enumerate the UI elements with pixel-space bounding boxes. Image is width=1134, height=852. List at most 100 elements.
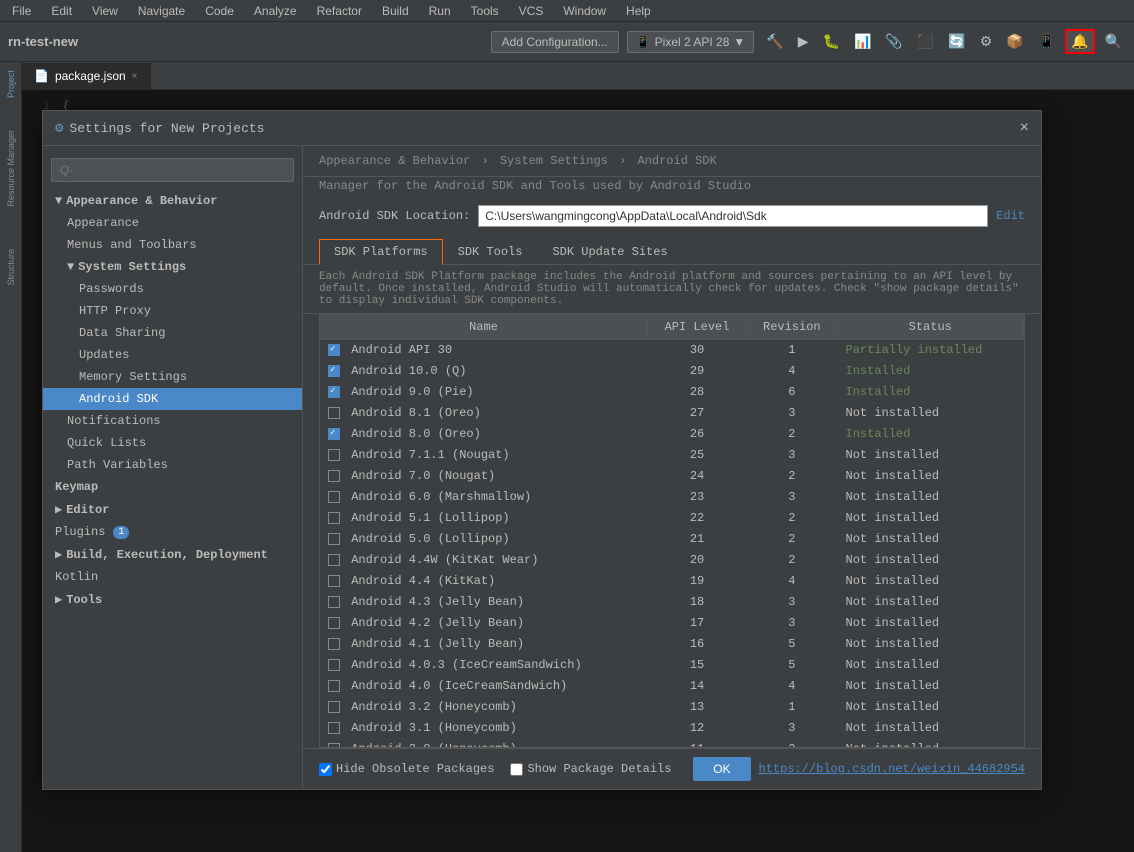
- table-row[interactable]: Android 10.0 (Q) 29 4 Installed: [320, 361, 1024, 382]
- status-link[interactable]: https://blog.csdn.net/weixin_44682954: [759, 762, 1025, 776]
- search-icon[interactable]: 🔍: [1101, 31, 1126, 52]
- menu-refactor[interactable]: Refactor: [313, 2, 366, 20]
- table-row[interactable]: Android 5.0 (Lollipop) 21 2 Not installe…: [320, 529, 1024, 550]
- table-row[interactable]: Android 3.2 (Honeycomb) 13 1 Not install…: [320, 697, 1024, 718]
- sidebar-item-keymap[interactable]: Keymap: [43, 476, 302, 498]
- sidebar-item-appearance[interactable]: Appearance: [43, 212, 302, 234]
- sidebar-item-system-settings[interactable]: ▼ System Settings: [43, 256, 302, 278]
- sidebar-item-memory-settings[interactable]: Memory Settings: [43, 366, 302, 388]
- settings-icon[interactable]: ⚙: [976, 31, 997, 52]
- table-row[interactable]: Android API 30 30 1 Partially installed: [320, 340, 1024, 361]
- sdk-checkbox[interactable]: [328, 638, 340, 650]
- table-row[interactable]: Android 4.0 (IceCreamSandwich) 14 4 Not …: [320, 676, 1024, 697]
- show-details-checkbox[interactable]: [510, 763, 523, 776]
- sidebar-item-menus-toolbars[interactable]: Menus and Toolbars: [43, 234, 302, 256]
- sdk-checkbox[interactable]: [328, 533, 340, 545]
- sdk-checkbox[interactable]: [328, 722, 340, 734]
- debug-icon[interactable]: 🐛: [819, 31, 844, 52]
- table-row[interactable]: Android 4.3 (Jelly Bean) 18 3 Not instal…: [320, 592, 1024, 613]
- sdk-checkbox[interactable]: [328, 659, 340, 671]
- sdk-checkbox[interactable]: [328, 512, 340, 524]
- menu-code[interactable]: Code: [201, 2, 238, 20]
- resource-manager-icon[interactable]: Resource Manager: [4, 126, 18, 211]
- sidebar-item-http-proxy[interactable]: HTTP Proxy: [43, 300, 302, 322]
- add-configuration-button[interactable]: Add Configuration...: [491, 31, 619, 53]
- sidebar-item-notifications[interactable]: Notifications: [43, 410, 302, 432]
- edit-link[interactable]: Edit: [996, 209, 1025, 223]
- tab-close-button[interactable]: ×: [132, 71, 138, 82]
- sdk-checkbox[interactable]: [328, 491, 340, 503]
- ok-button[interactable]: OK: [693, 757, 750, 781]
- sync-icon[interactable]: 🔄: [944, 31, 969, 52]
- sidebar-item-path-variables[interactable]: Path Variables: [43, 454, 302, 476]
- table-row[interactable]: Android 4.2 (Jelly Bean) 17 3 Not instal…: [320, 613, 1024, 634]
- table-row[interactable]: Android 3.0 (Honeycomb) 11 2 Not install…: [320, 739, 1024, 749]
- sdk-checkbox[interactable]: [328, 365, 340, 377]
- sdk-checkbox[interactable]: [328, 428, 340, 440]
- table-row[interactable]: Android 4.1 (Jelly Bean) 16 5 Not instal…: [320, 634, 1024, 655]
- sdk-manager-icon[interactable]: 📦: [1002, 31, 1027, 52]
- structure-panel-icon[interactable]: Structure: [4, 245, 18, 290]
- table-row[interactable]: Android 8.1 (Oreo) 27 3 Not installed: [320, 403, 1024, 424]
- sdk-checkbox[interactable]: [328, 596, 340, 608]
- table-row[interactable]: Android 6.0 (Marshmallow) 23 3 Not insta…: [320, 487, 1024, 508]
- sidebar-item-appearance-behavior[interactable]: ▼ Appearance & Behavior: [43, 190, 302, 212]
- sidebar-item-quick-lists[interactable]: Quick Lists: [43, 432, 302, 454]
- notification-icon[interactable]: 🔔: [1065, 29, 1094, 54]
- menu-view[interactable]: View: [88, 2, 122, 20]
- sidebar-item-plugins[interactable]: Plugins 1: [43, 521, 302, 543]
- show-details-checkbox-label[interactable]: Show Package Details: [510, 762, 671, 776]
- tab-sdk-tools[interactable]: SDK Tools: [443, 239, 538, 264]
- table-row[interactable]: Android 5.1 (Lollipop) 22 2 Not installe…: [320, 508, 1024, 529]
- avd-icon[interactable]: 📱: [1034, 31, 1059, 52]
- menu-help[interactable]: Help: [622, 2, 655, 20]
- run-icon[interactable]: ▶: [794, 31, 813, 52]
- menu-edit[interactable]: Edit: [47, 2, 76, 20]
- table-row[interactable]: Android 4.4W (KitKat Wear) 20 2 Not inst…: [320, 550, 1024, 571]
- menu-analyze[interactable]: Analyze: [250, 2, 301, 20]
- sidebar-item-kotlin[interactable]: Kotlin: [43, 566, 302, 588]
- package-json-tab[interactable]: 📄 package.json ×: [22, 63, 151, 89]
- sidebar-item-updates[interactable]: Updates: [43, 344, 302, 366]
- menu-navigate[interactable]: Navigate: [134, 2, 189, 20]
- sdk-checkbox[interactable]: [328, 575, 340, 587]
- table-row[interactable]: Android 9.0 (Pie) 28 6 Installed: [320, 382, 1024, 403]
- table-row[interactable]: Android 4.0.3 (IceCreamSandwich) 15 5 No…: [320, 655, 1024, 676]
- tab-sdk-update-sites[interactable]: SDK Update Sites: [537, 239, 682, 264]
- sidebar-item-data-sharing[interactable]: Data Sharing: [43, 322, 302, 344]
- menu-tools[interactable]: Tools: [467, 2, 503, 20]
- sdk-checkbox[interactable]: [328, 617, 340, 629]
- project-panel-icon[interactable]: Project: [4, 66, 18, 102]
- sidebar-item-android-sdk[interactable]: Android SDK: [43, 388, 302, 410]
- menu-vcs[interactable]: VCS: [515, 2, 548, 20]
- menu-run[interactable]: Run: [425, 2, 455, 20]
- sdk-checkbox[interactable]: [328, 701, 340, 713]
- table-row[interactable]: Android 3.1 (Honeycomb) 12 3 Not install…: [320, 718, 1024, 739]
- settings-search-input[interactable]: [51, 158, 294, 182]
- table-row[interactable]: Android 4.4 (KitKat) 19 4 Not installed: [320, 571, 1024, 592]
- menu-items[interactable]: File Edit View Navigate Code Analyze Ref…: [8, 2, 655, 20]
- stop-icon[interactable]: ⬛: [913, 31, 938, 52]
- sidebar-item-tools[interactable]: ▶ Tools: [43, 588, 302, 611]
- sidebar-item-editor[interactable]: ▶ Editor: [43, 498, 302, 521]
- sdk-location-input[interactable]: [478, 205, 988, 227]
- device-selector[interactable]: 📱 Pixel 2 API 28 ▼: [627, 31, 755, 53]
- build-icon[interactable]: 🔨: [762, 31, 787, 52]
- sdk-checkbox[interactable]: [328, 554, 340, 566]
- menu-build[interactable]: Build: [378, 2, 413, 20]
- sdk-table-wrapper[interactable]: Name API Level Revision Status Andr: [319, 314, 1025, 748]
- modal-close-button[interactable]: ×: [1020, 119, 1029, 137]
- hide-obsolete-checkbox[interactable]: [319, 763, 332, 776]
- sdk-checkbox[interactable]: [328, 449, 340, 461]
- profile-icon[interactable]: 📊: [850, 31, 875, 52]
- sdk-checkbox[interactable]: [328, 344, 340, 356]
- sdk-checkbox[interactable]: [328, 386, 340, 398]
- table-row[interactable]: Android 7.1.1 (Nougat) 25 3 Not installe…: [320, 445, 1024, 466]
- attach-icon[interactable]: 📎: [881, 31, 906, 52]
- sidebar-item-build-exec[interactable]: ▶ Build, Execution, Deployment: [43, 543, 302, 566]
- hide-obsolete-checkbox-label[interactable]: Hide Obsolete Packages: [319, 762, 494, 776]
- sdk-checkbox[interactable]: [328, 407, 340, 419]
- table-row[interactable]: Android 8.0 (Oreo) 26 2 Installed: [320, 424, 1024, 445]
- menu-file[interactable]: File: [8, 2, 35, 20]
- menu-window[interactable]: Window: [559, 2, 610, 20]
